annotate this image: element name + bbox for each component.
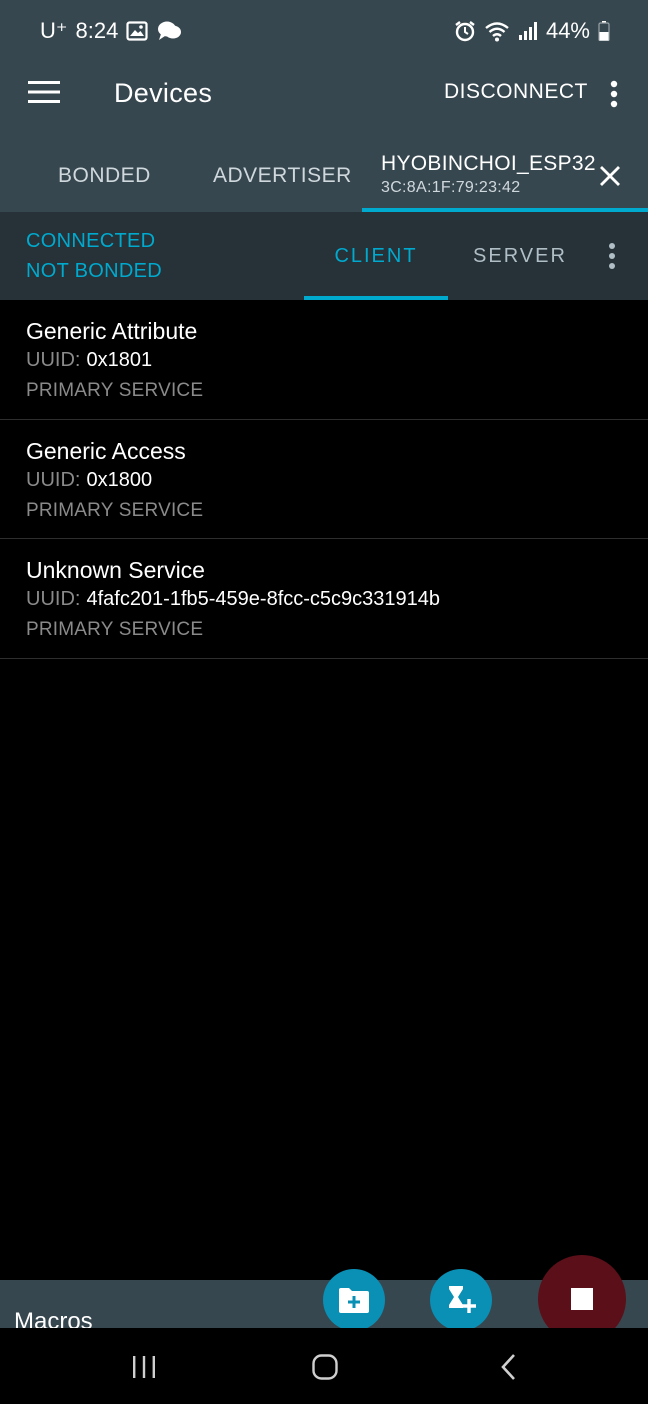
service-item[interactable]: Generic Access UUID: 0x1800 PRIMARY SERVI… — [0, 420, 648, 539]
tab-active-device[interactable]: HYOBINCHOI_ESP32 3C:8A:1F:79:23:42 — [362, 138, 648, 212]
top-header: U⁺ 8:24 44% Devices DISCONNECT BONDED AD… — [0, 0, 648, 212]
add-macro-icon — [449, 1286, 476, 1313]
more-vert-icon — [609, 243, 615, 269]
device-tabs: BONDED ADVERTISER HYOBINCHOI_ESP32 3C:8A… — [0, 138, 648, 212]
system-nav-bar — [0, 1328, 648, 1404]
wifi-icon — [484, 20, 510, 42]
service-name: Generic Attribute — [26, 318, 198, 344]
more-vert-icon — [610, 80, 618, 108]
status-left: U⁺ 8:24 — [40, 18, 182, 44]
service-item[interactable]: Generic Attribute UUID: 0x1801 PRIMARY SE… — [0, 300, 648, 420]
device-name: HYOBINCHOI_ESP32 — [381, 152, 596, 175]
add-folder-button[interactable] — [323, 1269, 385, 1331]
back-icon — [501, 1354, 515, 1380]
service-item[interactable]: Unknown Service UUID: 4fafc201-1fb5-459e-… — [0, 539, 648, 659]
connection-state: CONNECTED — [26, 230, 156, 252]
menu-button[interactable] — [22, 70, 66, 114]
alarm-icon — [454, 20, 476, 42]
app-bar: Devices DISCONNECT — [0, 62, 648, 126]
uuid-value: 0x1800 — [86, 468, 153, 491]
service-name: Generic Access — [26, 437, 186, 464]
uuid-label: UUID: — [26, 588, 81, 610]
stop-icon — [571, 1288, 593, 1310]
carrier-label: U⁺ — [40, 18, 68, 43]
battery-percent: 44% — [545, 18, 590, 43]
signal-icon — [518, 21, 538, 41]
bond-state: NOT BONDED — [26, 260, 162, 282]
service-uuid: UUID: 0x1801 — [26, 349, 152, 372]
disconnect-button[interactable]: DISCONNECT — [444, 80, 588, 104]
create-folder-icon — [339, 1288, 369, 1313]
chat-bubble-icon — [156, 20, 182, 42]
close-device-tab-button[interactable] — [594, 160, 626, 192]
status-right: 44% — [454, 18, 610, 44]
services-list: Generic Attribute UUID: 0x1801 PRIMARY SE… — [0, 300, 648, 659]
tab-server[interactable]: SERVER — [448, 212, 592, 300]
page-title: Devices — [114, 78, 213, 108]
overflow-menu-button[interactable] — [598, 74, 630, 114]
recents-icon — [133, 1356, 155, 1378]
service-type: PRIMARY SERVICE — [26, 499, 204, 521]
recents-button[interactable] — [124, 1350, 164, 1384]
status-bar: U⁺ 8:24 44% — [0, 0, 648, 62]
home-icon — [312, 1354, 338, 1380]
connection-overflow-button[interactable] — [598, 236, 626, 276]
battery-icon — [598, 21, 610, 41]
service-type: PRIMARY SERVICE — [26, 619, 204, 640]
tab-bonded[interactable]: BONDED — [58, 164, 151, 188]
service-uuid: UUID: 4fafc201-1fb5-459e-8fcc-c5c9c331914… — [26, 588, 440, 611]
uuid-value: 4fafc201-1fb5-459e-8fcc-c5c9c331914b — [86, 588, 441, 610]
back-button[interactable] — [488, 1350, 528, 1384]
image-icon — [126, 21, 148, 41]
service-uuid: UUID: 0x1800 — [26, 469, 152, 492]
device-address: 3C:8A:1F:79:23:42 — [381, 179, 521, 196]
connection-panel: CONNECTED NOT BONDED CLIENT SERVER — [0, 212, 648, 300]
hamburger-menu-icon — [28, 81, 60, 103]
service-type: PRIMARY SERVICE — [26, 380, 204, 401]
tab-client[interactable]: CLIENT — [304, 212, 448, 300]
close-icon — [600, 166, 620, 186]
service-name: Unknown Service — [26, 557, 205, 583]
status-time: 8:24 — [75, 18, 119, 43]
uuid-label: UUID: — [26, 468, 81, 491]
add-macro-button[interactable] — [430, 1269, 492, 1331]
uuid-value: 0x1801 — [86, 349, 153, 371]
uuid-label: UUID: — [26, 349, 81, 371]
tab-advertiser[interactable]: ADVERTISER — [213, 164, 352, 188]
home-button[interactable] — [305, 1350, 345, 1384]
